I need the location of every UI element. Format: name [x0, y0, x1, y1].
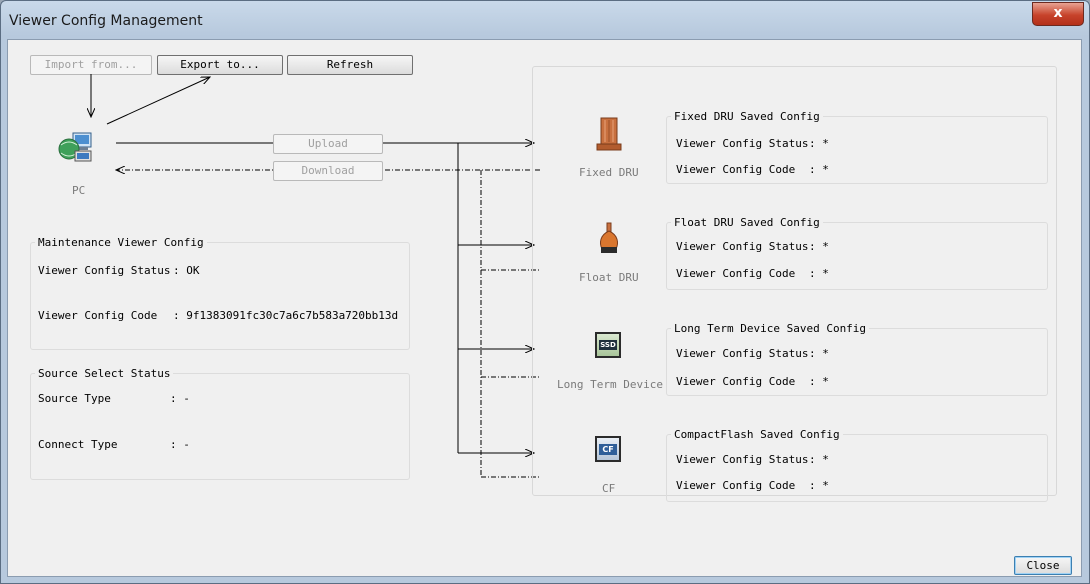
cf-label: CF — [602, 482, 616, 495]
maintenance-status-value: : OK — [173, 264, 200, 277]
fixed-dru-code-label: Viewer Config Code — [676, 163, 796, 176]
fixed-dru-group-title: Fixed DRU Saved Config — [671, 110, 823, 123]
long-term-device-label: Long Term Device — [557, 378, 663, 391]
pc-label: PC — [72, 184, 86, 197]
fixed-dru-status-label: Viewer Config Status — [676, 137, 809, 150]
cf-icon-text: CF — [599, 444, 617, 455]
long-term-code-value: : * — [809, 375, 829, 388]
float-dru-icon — [600, 222, 618, 253]
cf-group-title: CompactFlash Saved Config — [671, 428, 843, 441]
ssd-icon: SSD — [595, 332, 621, 358]
ssd-icon-text: SSD — [599, 340, 617, 350]
compactflash-icon: CF — [595, 436, 621, 462]
float-dru-code-label: Viewer Config Code — [676, 267, 796, 280]
connect-type-label: Connect Type — [38, 438, 118, 451]
maintenance-config-group: Maintenance Viewer Config — [30, 236, 410, 350]
pc-network-icon — [58, 132, 92, 162]
fixed-dru-status-value: : * — [809, 137, 829, 150]
float-dru-group-title: Float DRU Saved Config — [671, 216, 823, 229]
source-type-value: : - — [170, 392, 190, 405]
float-dru-code-value: : * — [809, 267, 829, 280]
source-status-group: Source Select Status — [30, 367, 410, 480]
float-dru-label: Float DRU — [579, 271, 639, 284]
long-term-code-label: Viewer Config Code — [676, 375, 796, 388]
close-button[interactable]: Close — [1014, 556, 1072, 575]
upload-button[interactable]: Upload — [273, 134, 383, 154]
maintenance-code-value: : 9f1383091fc30c7a6c7b583a720bb13d — [173, 309, 399, 322]
cf-code-value: : * — [809, 479, 829, 492]
connect-type-value: : - — [170, 438, 190, 451]
fixed-dru-label: Fixed DRU — [579, 166, 639, 179]
long-term-status-label: Viewer Config Status — [676, 347, 809, 360]
fixed-dru-code-value: : * — [809, 163, 829, 176]
download-button[interactable]: Download — [273, 161, 383, 181]
source-group-title: Source Select Status — [35, 367, 174, 380]
cf-code-label: Viewer Config Code — [676, 479, 796, 492]
long-term-status-value: : * — [809, 347, 829, 360]
float-dru-status-label: Viewer Config Status — [676, 240, 809, 253]
cf-status-value: : * — [809, 453, 829, 466]
source-type-label: Source Type — [38, 392, 111, 405]
maintenance-status-label: Viewer Config Status — [38, 264, 171, 277]
long-term-group-title: Long Term Device Saved Config — [671, 322, 870, 335]
fixed-dru-icon — [596, 117, 622, 151]
maintenance-code-label: Viewer Config Code — [38, 309, 158, 322]
cf-status-label: Viewer Config Status — [676, 453, 809, 466]
maintenance-group-title: Maintenance Viewer Config — [35, 236, 207, 249]
float-dru-status-value: : * — [809, 240, 829, 253]
